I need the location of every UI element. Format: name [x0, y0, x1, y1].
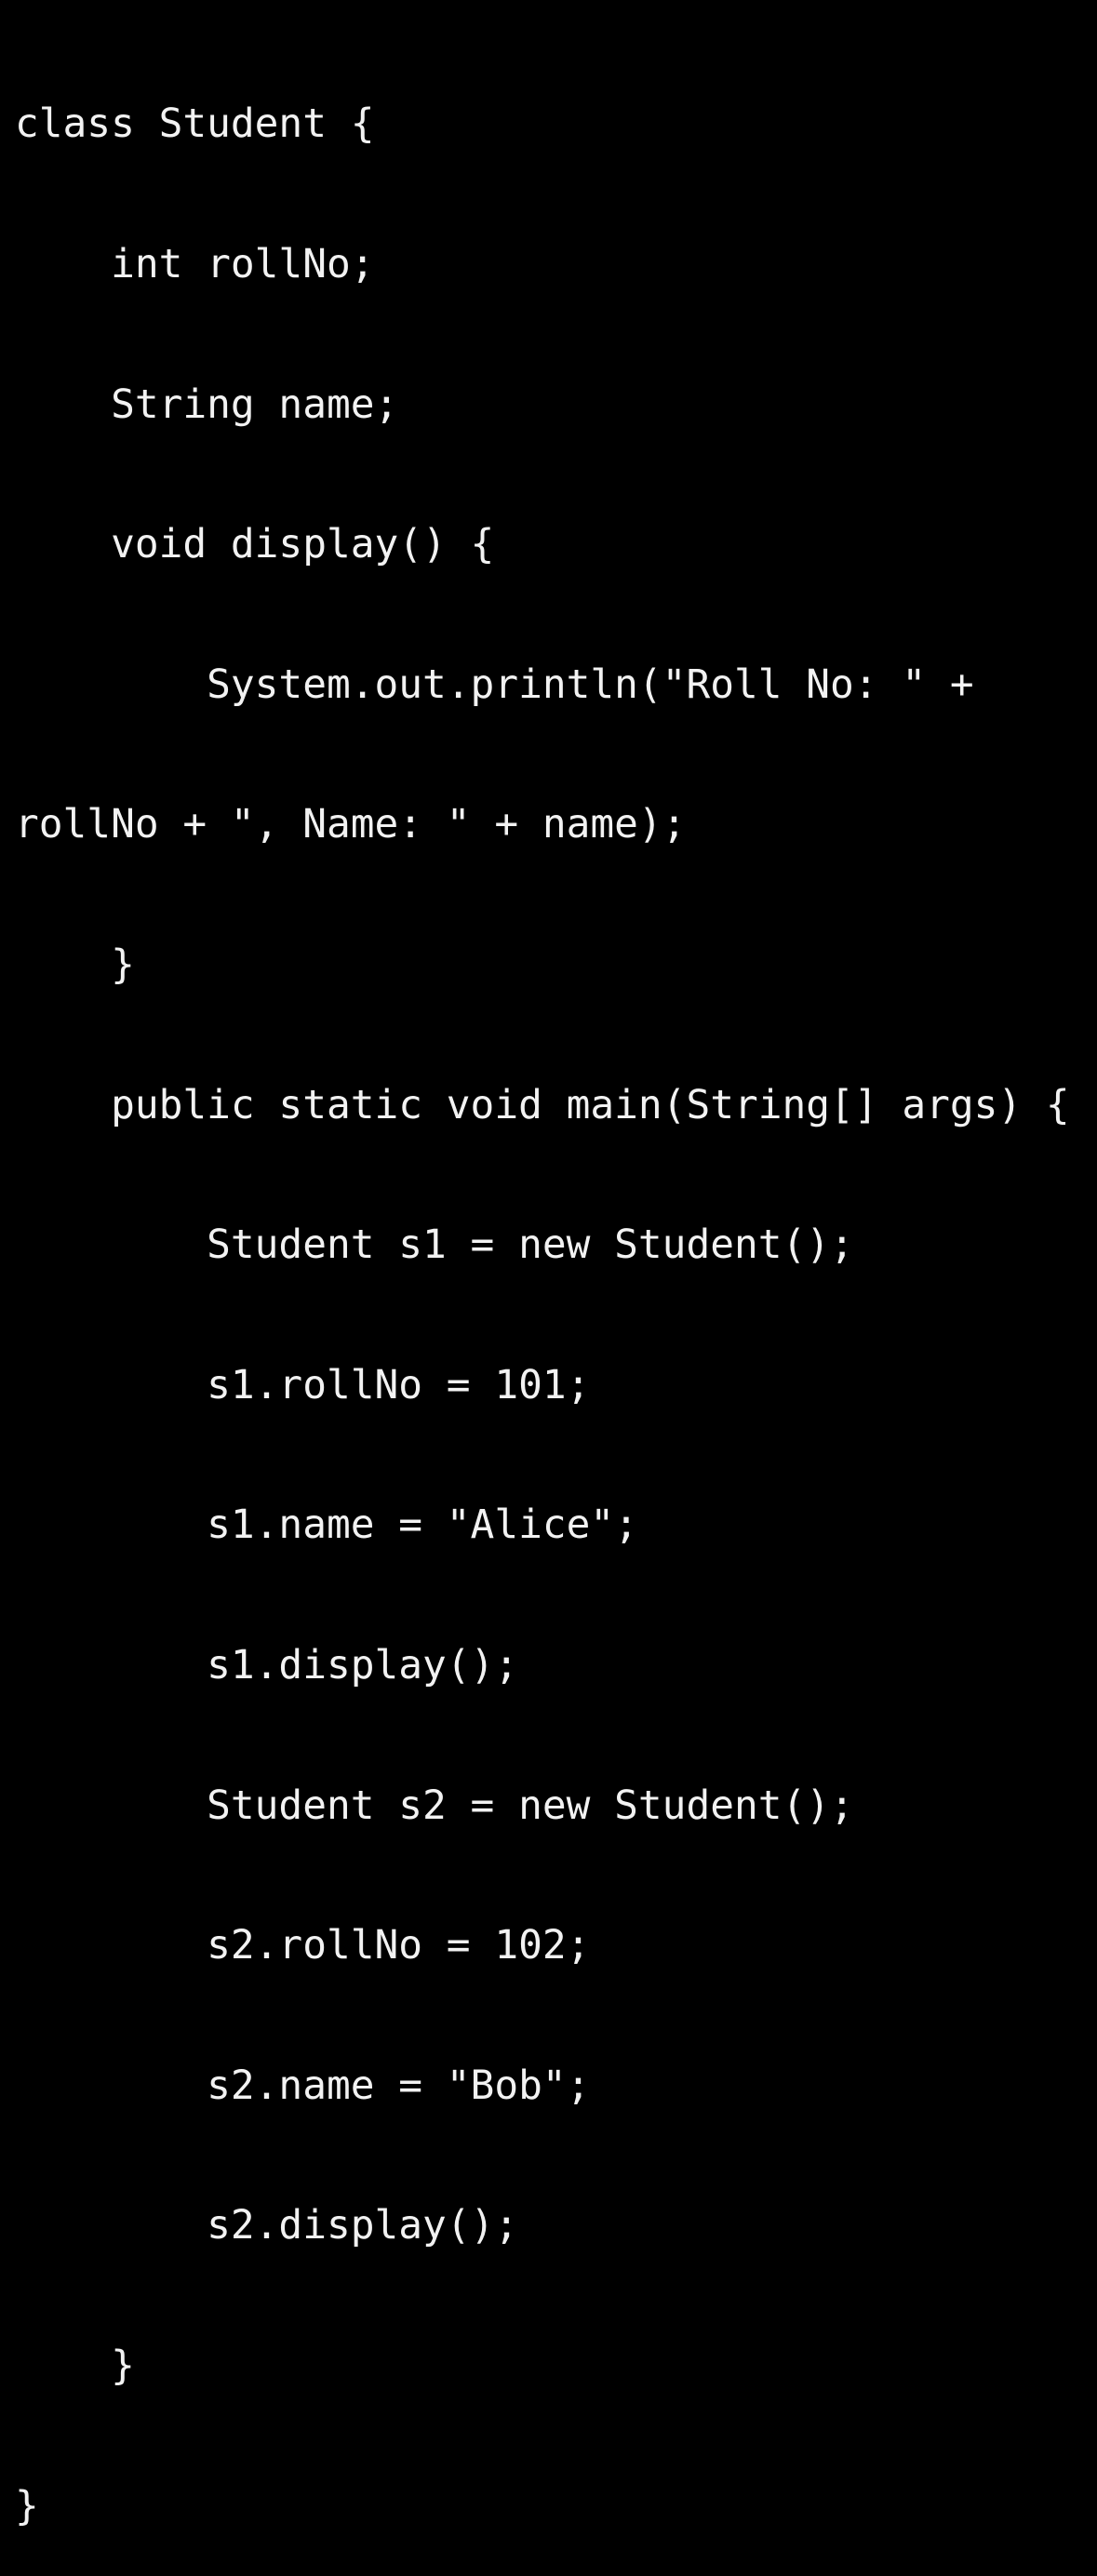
code-line: s1.name = "Alice";: [15, 1502, 638, 1549]
code-line: int rollNo;: [15, 241, 375, 287]
code-line: Student s2 = new Student();: [15, 1782, 854, 1829]
code-line: }: [15, 2342, 135, 2389]
code-line: String name;: [15, 380, 399, 428]
code-line: s1.rollNo = 101;: [15, 1361, 591, 1408]
code-line: Student s1 = new Student();: [15, 1221, 854, 1269]
code-line: s2.display();: [15, 2202, 519, 2249]
code-line: }: [15, 2482, 39, 2529]
code-line: s2.rollNo = 102;: [15, 1922, 591, 1969]
code-line: class Student {: [15, 100, 375, 148]
code-line: public static void main(String[] args) {: [15, 1081, 1070, 1128]
code-line: System.out.println("Roll No: " +: [15, 661, 974, 708]
code-line: }: [15, 941, 135, 988]
code-line: s2.name = "Bob";: [15, 2062, 591, 2109]
code-line: s1.display();: [15, 1641, 519, 1688]
code-line: rollNo + ", Name: " + name);: [15, 801, 687, 848]
code-view: class Student { int rollNo; String name;…: [15, 7, 1085, 2576]
code-line: void display() {: [15, 521, 495, 568]
